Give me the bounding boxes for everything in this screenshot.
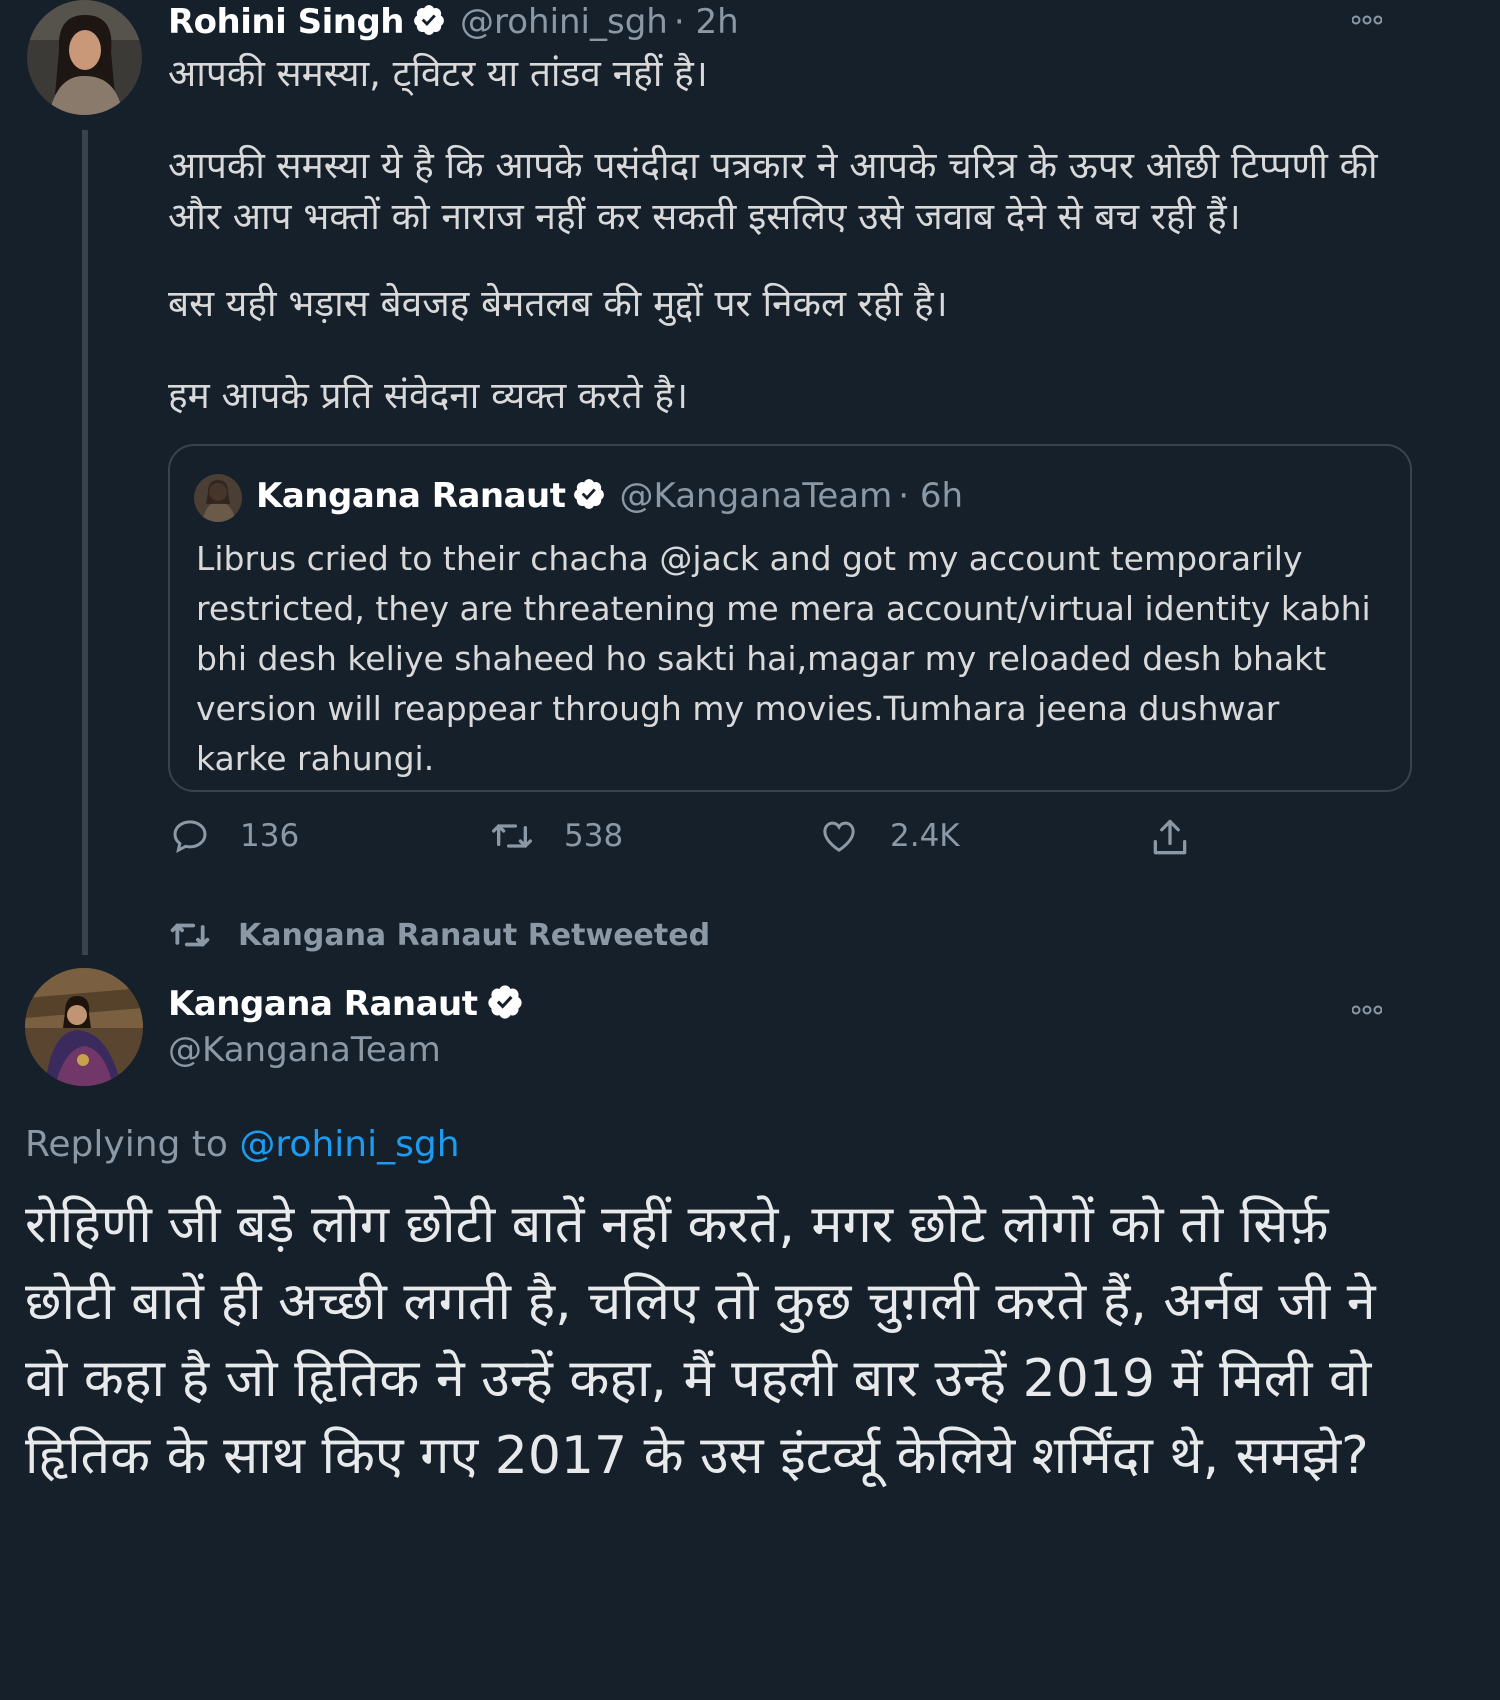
verified-badge-icon (572, 477, 606, 515)
tweet2-author-name[interactable]: Kangana Ranaut (168, 984, 478, 1024)
replying-to: Replying to @rohini_sgh (25, 1124, 460, 1165)
retweet-icon (491, 824, 532, 848)
reply-count: 136 (240, 818, 300, 854)
quote-author-name: Kangana Ranaut (256, 476, 566, 516)
reply-icon (173, 820, 207, 853)
like-action[interactable]: 2.4K (818, 816, 960, 856)
quote-author-handle: @KanganaTeam (619, 476, 893, 516)
reply-action[interactable]: 136 (170, 816, 299, 856)
retweet-action[interactable]: 538 (490, 816, 623, 856)
tweet2-author-handle[interactable]: @KanganaTeam (168, 1030, 441, 1070)
tweet-timestamp[interactable]: · 2h (674, 2, 739, 42)
author-name[interactable]: Rohini Singh (168, 2, 404, 42)
share-action[interactable] (1148, 816, 1222, 860)
avatar-rohini[interactable] (27, 0, 142, 115)
quote-text: Librus cried to their chacha @jack and g… (196, 539, 1371, 778)
tweet-line-3: बस यही भड़ास बेवजह बेमतलब की मुद्दों पर … (168, 282, 948, 325)
verified-badge-icon (486, 983, 524, 1025)
quote-header: Kangana Ranaut @KanganaTeam · 6h (256, 476, 963, 516)
tweet-line-2: आपकी समस्या ये है कि आपके पसंदीदा पत्रका… (168, 144, 1378, 238)
more-dots-icon[interactable] (1351, 994, 1383, 1024)
quoted-tweet[interactable]: Kangana Ranaut @KanganaTeam · 6h Librus … (168, 444, 1412, 792)
quote-avatar (194, 474, 242, 522)
retweeted-label[interactable]: Kangana Ranaut Retweeted (238, 918, 710, 953)
replying-prefix: Replying to (25, 1124, 228, 1165)
author-handle[interactable]: @rohini_sgh (460, 2, 668, 42)
thread-connector (82, 130, 88, 955)
retweet-count: 538 (564, 818, 624, 854)
avatar-kangana[interactable] (25, 968, 143, 1086)
more-dots-icon[interactable] (1351, 4, 1383, 34)
tweet-header: Rohini Singh @rohini_sgh · 2h (168, 2, 739, 42)
verified-badge-icon (412, 3, 446, 41)
tweet2-text: रोहिणी जी बड़े लोग छोटी बातें नहीं करते,… (25, 1195, 1376, 1486)
tweet-line-1: आपकी समस्या, ट्विटर या तांडव नहीं है। (168, 52, 708, 95)
share-icon (1153, 819, 1187, 855)
heart-icon (823, 821, 855, 852)
like-count: 2.4K (890, 818, 960, 854)
retweeted-indicator: Kangana Ranaut Retweeted (166, 916, 710, 954)
retweet-icon (170, 923, 210, 947)
tweet2-header: Kangana Ranaut (168, 983, 524, 1025)
replying-mention[interactable]: @rohini_sgh (239, 1124, 459, 1165)
quote-timestamp: · 6h (898, 476, 964, 516)
tweet-line-4: हम आपके प्रति संवेदना व्यक्त करते है। (168, 374, 689, 417)
